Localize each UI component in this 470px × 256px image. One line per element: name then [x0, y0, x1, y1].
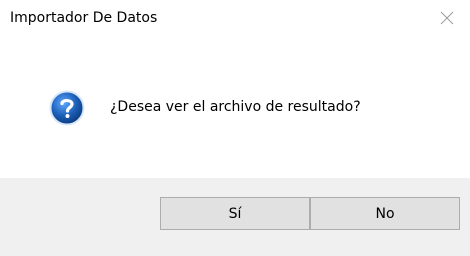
close-icon	[440, 11, 454, 25]
button-bar: Sí No	[0, 178, 470, 256]
no-button[interactable]: No	[310, 197, 460, 230]
message-dialog: Importador De Datos ¿Desea ver el archiv…	[0, 0, 470, 256]
yes-button[interactable]: Sí	[160, 197, 310, 230]
window-title: Importador De Datos	[10, 10, 158, 26]
dialog-message: ¿Desea ver el archivo de resultado?	[110, 99, 361, 115]
question-icon	[49, 90, 85, 126]
title-bar[interactable]: Importador De Datos	[0, 0, 470, 40]
close-button[interactable]	[424, 0, 470, 36]
dialog-content: ¿Desea ver el archivo de resultado?	[0, 40, 470, 178]
